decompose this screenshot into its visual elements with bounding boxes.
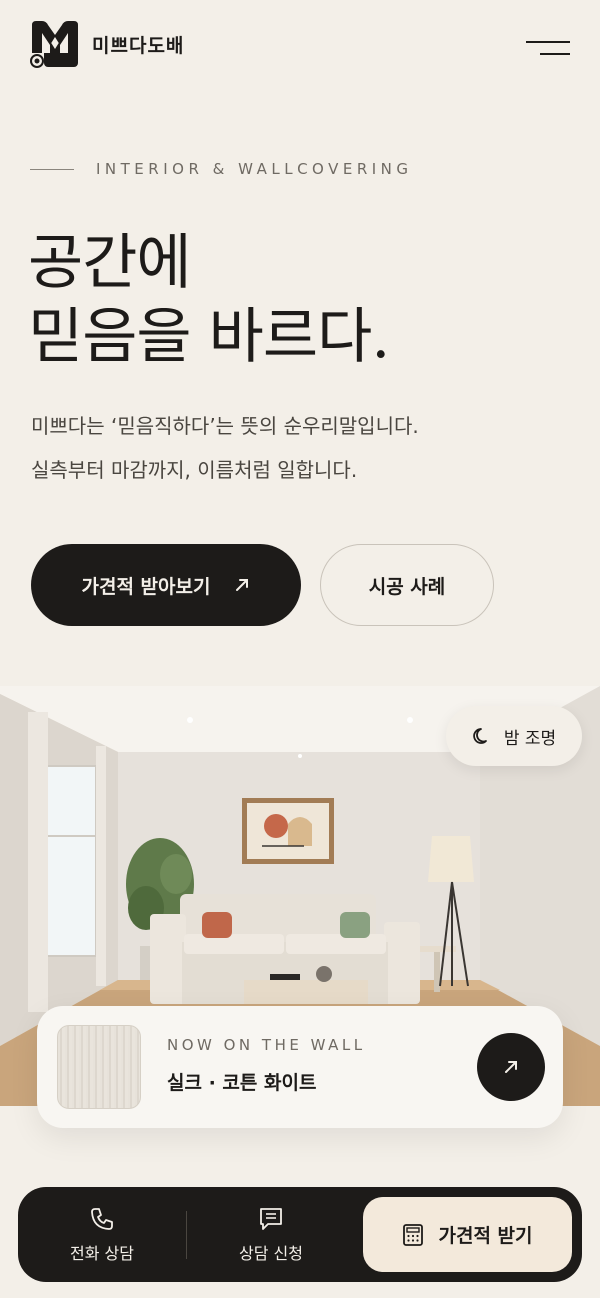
header: 미쁘다도배 (0, 0, 600, 90)
description-line-2: 실측부터 마감까지, 이름처럼 일합니다. (31, 458, 358, 482)
get-quote-button[interactable]: 가견적 받아보기 (31, 544, 301, 626)
consult-label: 상담 신청 (239, 1243, 303, 1263)
get-quote-label: 가견적 받아보기 (81, 575, 211, 598)
quote-label: 가견적 받기 (438, 1225, 533, 1247)
hero-eyebrow-text: INTERIOR & WALLCOVERING (96, 160, 413, 178)
quote-button[interactable]: 가견적 받기 (363, 1197, 572, 1272)
wallpaper-detail-button[interactable] (477, 1033, 545, 1101)
consult-request-button[interactable]: 상담 신청 (186, 1187, 356, 1282)
arrow-up-right-icon (236, 579, 249, 591)
brand-name: 미쁘다도배 (92, 34, 185, 57)
wallpaper-name: 실크 · 코튼 화이트 (167, 1072, 317, 1094)
brand-logo (30, 21, 78, 68)
brand-logo-link[interactable]: 미쁘다도배 (30, 19, 184, 69)
now-on-wall-card[interactable]: NOW ON THE WALL 실크 · 코튼 화이트 (37, 1006, 563, 1128)
now-on-wall-eyebrow: NOW ON THE WALL (167, 1036, 366, 1054)
arrow-up-right-icon (505, 1061, 517, 1073)
hamburger-menu-icon[interactable] (526, 38, 570, 60)
phone-icon (91, 1207, 113, 1230)
hero-headline: 공간에 믿음을 바르다. (28, 226, 390, 374)
call-label: 전화 상담 (70, 1243, 134, 1263)
moon-icon (473, 728, 487, 744)
hero-eyebrow: INTERIOR & WALLCOVERING (30, 160, 413, 178)
call-button[interactable]: 전화 상담 (18, 1187, 186, 1282)
wallpaper-swatch (57, 1025, 141, 1109)
description-line-1: 미쁘다는 ‘믿음직하다’는 뜻의 순우리말입니다. (31, 414, 419, 438)
night-lighting-label: 밤 조명 (503, 728, 557, 749)
hero-description: 미쁘다는 ‘믿음직하다’는 뜻의 순우리말입니다. 실측부터 마감까지, 이름처… (31, 404, 419, 492)
bottom-action-bar: 전화 상담 상담 신청 가견적 받기 (18, 1187, 582, 1282)
message-icon (260, 1207, 282, 1230)
portfolio-label: 시공 사례 (368, 575, 446, 598)
night-lighting-toggle[interactable]: 밤 조명 (446, 706, 582, 766)
headline-line-2: 믿음을 바르다. (28, 302, 390, 372)
calculator-icon (403, 1223, 424, 1246)
headline-line-1: 공간에 (28, 228, 192, 298)
portfolio-button[interactable]: 시공 사례 (320, 544, 494, 626)
